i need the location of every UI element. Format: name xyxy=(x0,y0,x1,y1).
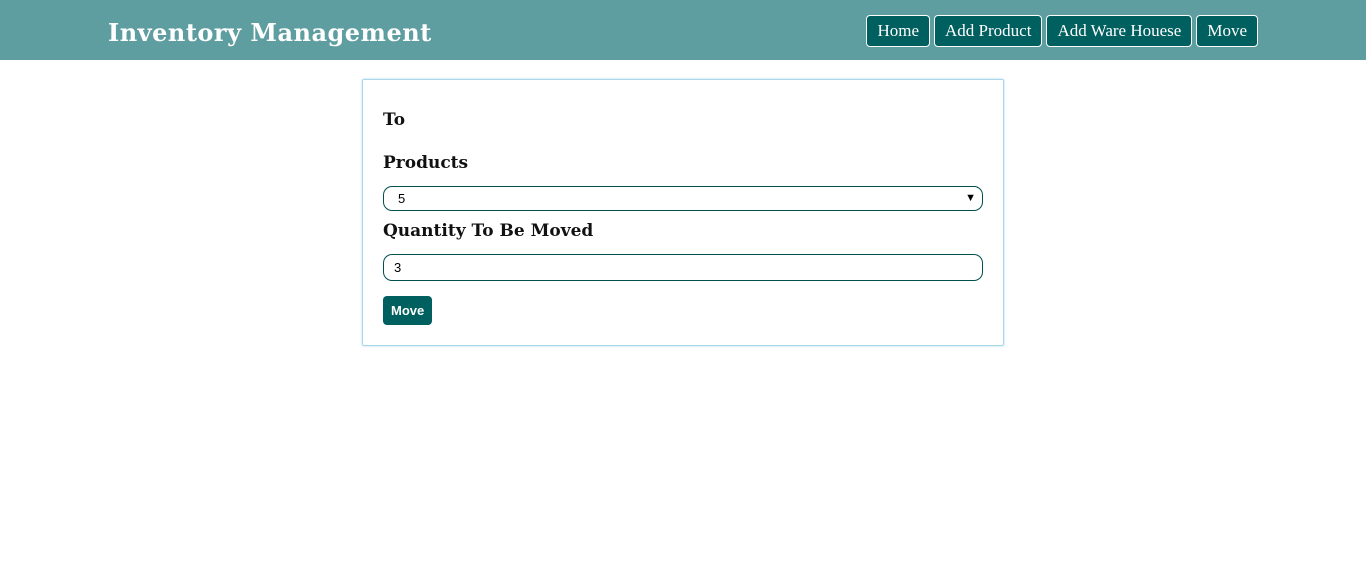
nav-home-button[interactable]: Home xyxy=(866,15,931,47)
move-form-card: To Products 5 ▼ Quantity To Be Moved 3 M… xyxy=(362,79,1004,346)
brand-title: Inventory Management xyxy=(108,18,432,47)
products-selected-value: 5 xyxy=(398,191,406,206)
move-submit-button[interactable]: Move xyxy=(383,296,433,325)
nav-move-button[interactable]: Move xyxy=(1196,15,1258,47)
products-label: Products xyxy=(383,153,469,173)
quantity-input[interactable]: 3 xyxy=(383,254,983,281)
products-select[interactable]: 5 ▼ xyxy=(383,186,983,211)
nav-links: Home Add Product Add Ware Houese Move xyxy=(866,15,1258,47)
nav-add-warehouse-button[interactable]: Add Ware Houese xyxy=(1046,15,1193,47)
navbar: Inventory Management Home Add Product Ad… xyxy=(0,0,1366,60)
to-label: To xyxy=(383,110,406,130)
dropdown-arrow-icon: ▼ xyxy=(965,192,976,204)
quantity-label: Quantity To Be Moved xyxy=(383,221,594,241)
nav-add-product-button[interactable]: Add Product xyxy=(934,15,1043,47)
quantity-value: 3 xyxy=(394,260,402,275)
